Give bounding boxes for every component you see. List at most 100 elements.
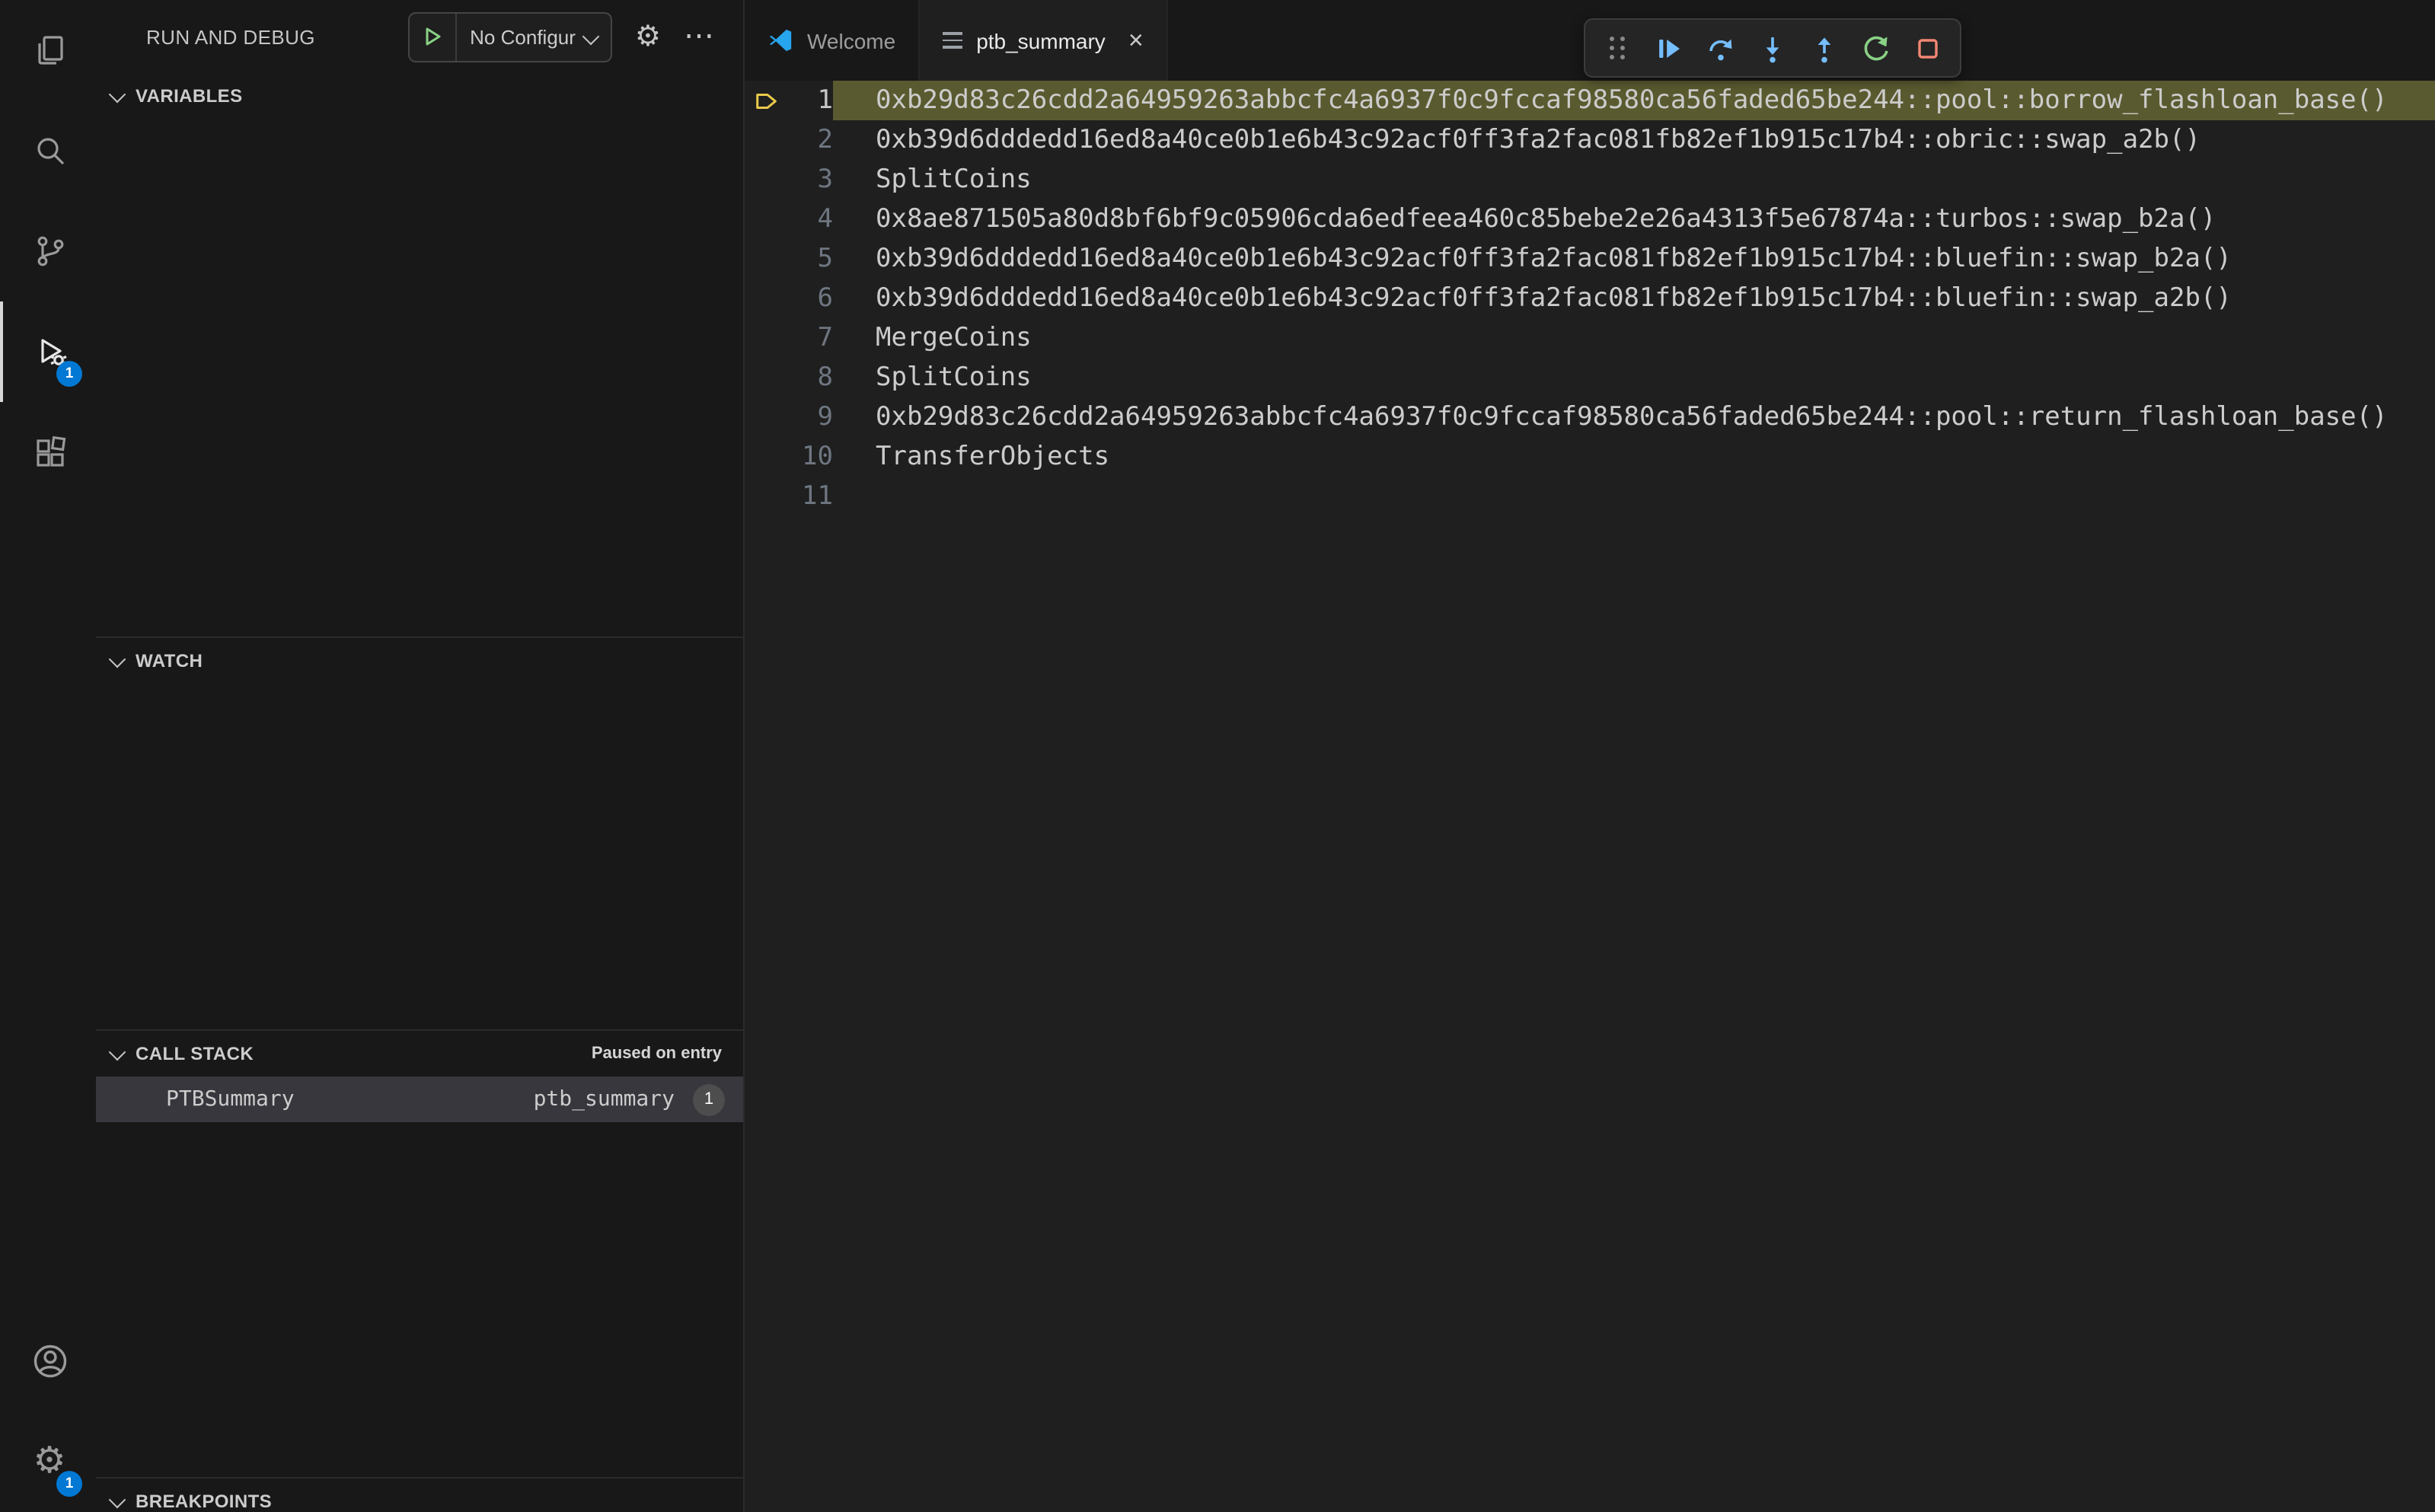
call-stack-frame-row[interactable]: PTBSummary ptb_summary 1 bbox=[96, 1077, 743, 1122]
editor-line[interactable]: 11 bbox=[745, 477, 2435, 516]
step-over-button[interactable] bbox=[1695, 25, 1747, 71]
step-into-icon bbox=[1766, 37, 1779, 62]
run-debug-sidebar: RUN AND DEBUG No Configur ⚙ ⋯ VARIABLES bbox=[96, 0, 745, 1512]
close-icon[interactable]: × bbox=[1128, 27, 1144, 53]
gutter[interactable] bbox=[745, 477, 787, 516]
editor-line[interactable]: 7 MergeCoins bbox=[745, 318, 2435, 358]
chevron-down-icon bbox=[108, 85, 126, 103]
settings-icon-button[interactable]: ⚙ 1 bbox=[0, 1412, 96, 1512]
line-number[interactable]: 6 bbox=[787, 279, 834, 318]
step-into-button[interactable] bbox=[1747, 25, 1798, 71]
line-number[interactable]: 2 bbox=[787, 120, 834, 160]
account-icon-button[interactable] bbox=[0, 1311, 96, 1412]
variables-body bbox=[96, 119, 743, 636]
gutter[interactable] bbox=[745, 160, 787, 199]
line-number[interactable]: 11 bbox=[787, 477, 833, 516]
call-stack-section-header[interactable]: CALL STACK Paused on entry bbox=[96, 1031, 743, 1077]
code-text[interactable]: MergeCoins bbox=[833, 318, 2435, 358]
gutter[interactable] bbox=[745, 437, 787, 477]
line-number[interactable]: 8 bbox=[787, 358, 834, 397]
code-text[interactable]: TransferObjects bbox=[833, 437, 2435, 477]
line-number[interactable]: 4 bbox=[787, 199, 834, 239]
step-out-button[interactable] bbox=[1798, 25, 1850, 71]
call-stack-section: CALL STACK Paused on entry PTBSummary pt… bbox=[96, 1029, 743, 1477]
code-text[interactable] bbox=[833, 477, 2435, 516]
debug-toolbar bbox=[1584, 18, 1961, 78]
debug-config-dropdown[interactable]: No Configur bbox=[407, 11, 612, 62]
code-text[interactable]: 0xb29d83c26cdd2a64959263abbcfc4a6937f0c9… bbox=[833, 81, 2435, 120]
ellipsis-icon: ⋯ bbox=[684, 20, 716, 53]
editor-line[interactable]: 1 0xb29d83c26cdd2a64959263abbcfc4a6937f0… bbox=[745, 81, 2435, 120]
gutter[interactable] bbox=[745, 397, 787, 437]
line-number[interactable]: 7 bbox=[787, 318, 834, 358]
git-branch-icon bbox=[37, 236, 63, 266]
editor-line[interactable]: 3 SplitCoins bbox=[745, 160, 2435, 199]
watch-label: WATCH bbox=[136, 650, 203, 671]
editor-line[interactable]: 6 0xb39d6dddedd16ed8a40ce0b1e6b43c92acf0… bbox=[745, 279, 2435, 318]
line-number[interactable]: 5 bbox=[787, 239, 834, 279]
gutter[interactable] bbox=[745, 279, 787, 318]
line-number[interactable]: 1 bbox=[787, 81, 834, 120]
watch-section-header[interactable]: WATCH bbox=[96, 638, 743, 684]
more-actions-button[interactable]: ⋯ bbox=[684, 21, 716, 52]
activity-bar-top: 1 bbox=[0, 0, 96, 502]
gutter[interactable] bbox=[745, 239, 787, 279]
chevron-down-icon bbox=[108, 1042, 126, 1061]
call-stack-body bbox=[96, 1122, 743, 1477]
tab-ptb-summary[interactable]: ptb_summary × bbox=[920, 0, 1168, 81]
source-control-icon-button[interactable] bbox=[0, 201, 96, 301]
extensions-icon bbox=[36, 435, 65, 467]
editor-line[interactable]: 9 0xb29d83c26cdd2a64959263abbcfc4a6937f0… bbox=[745, 397, 2435, 437]
code-text[interactable]: 0xb39d6dddedd16ed8a40ce0b1e6b43c92acf0ff… bbox=[833, 120, 2435, 160]
explorer-icon-button[interactable] bbox=[0, 0, 96, 100]
gutter[interactable] bbox=[745, 318, 787, 358]
editor-line[interactable]: 5 0xb39d6dddedd16ed8a40ce0b1e6b43c92acf0… bbox=[745, 239, 2435, 279]
editor-line[interactable]: 10 TransferObjects bbox=[745, 437, 2435, 477]
stop-icon bbox=[1918, 38, 1938, 58]
step-over-icon bbox=[1709, 38, 1732, 60]
gutter[interactable] bbox=[745, 199, 787, 239]
variables-section-header[interactable]: VARIABLES bbox=[96, 73, 743, 119]
run-debug-icon-button[interactable]: 1 bbox=[0, 301, 96, 402]
code-text[interactable]: 0xb29d83c26cdd2a64959263abbcfc4a6937f0c9… bbox=[833, 397, 2435, 437]
editor-line[interactable]: 4 0x8ae871505a80d8bf6bf9c05906cda6edfeea… bbox=[745, 199, 2435, 239]
variables-label: VARIABLES bbox=[136, 85, 243, 107]
line-number[interactable]: 9 bbox=[787, 397, 834, 437]
chevron-down-icon bbox=[108, 649, 126, 668]
activity-bar: 1 ⚙ 1 bbox=[0, 0, 96, 1512]
debug-settings-gear-button[interactable]: ⚙ bbox=[635, 22, 661, 51]
start-debug-button[interactable] bbox=[409, 13, 457, 60]
code-text[interactable]: 0xb39d6dddedd16ed8a40ce0b1e6b43c92acf0ff… bbox=[833, 239, 2435, 279]
line-number[interactable]: 3 bbox=[787, 160, 834, 199]
search-icon-button[interactable] bbox=[0, 100, 96, 201]
play-icon bbox=[425, 27, 440, 46]
stop-button[interactable] bbox=[1902, 25, 1954, 71]
code-editor[interactable]: 1 0xb29d83c26cdd2a64959263abbcfc4a6937f0… bbox=[745, 81, 2435, 1512]
watch-section: WATCH bbox=[96, 636, 743, 1029]
variables-section: VARIABLES bbox=[96, 73, 743, 636]
breakpoints-section-header[interactable]: BREAKPOINTS bbox=[96, 1479, 743, 1512]
extensions-icon-button[interactable] bbox=[0, 402, 96, 502]
gutter[interactable] bbox=[745, 120, 787, 160]
account-icon bbox=[33, 1345, 66, 1378]
step-out-icon bbox=[1817, 37, 1831, 62]
code-text[interactable]: 0x8ae871505a80d8bf6bf9c05906cda6edfeea46… bbox=[833, 199, 2435, 239]
frame-badge: 1 bbox=[693, 1083, 725, 1115]
line-number[interactable]: 10 bbox=[787, 437, 833, 477]
gutter[interactable] bbox=[745, 358, 787, 397]
continue-button[interactable] bbox=[1643, 25, 1695, 71]
tab-welcome[interactable]: Welcome bbox=[745, 0, 921, 81]
editor-line[interactable]: 2 0xb39d6dddedd16ed8a40ce0b1e6b43c92acf0… bbox=[745, 120, 2435, 160]
editor-line[interactable]: 8 SplitCoins bbox=[745, 358, 2435, 397]
tab-label: Welcome bbox=[807, 28, 896, 53]
code-text[interactable]: 0xb39d6dddedd16ed8a40ce0b1e6b43c92acf0ff… bbox=[833, 279, 2435, 318]
config-dropdown-label: No Configur bbox=[470, 25, 576, 48]
restart-button[interactable] bbox=[1850, 25, 1902, 71]
code-text[interactable]: SplitCoins bbox=[833, 358, 2435, 397]
frame-file-name: ptb_summary bbox=[533, 1087, 675, 1112]
call-stack-label: CALL STACK bbox=[136, 1043, 254, 1064]
toolbar-drag-handle[interactable] bbox=[1591, 25, 1643, 71]
watch-body bbox=[96, 684, 743, 1029]
code-text[interactable]: SplitCoins bbox=[833, 160, 2435, 199]
paused-status: Paused on entry bbox=[591, 1045, 722, 1063]
